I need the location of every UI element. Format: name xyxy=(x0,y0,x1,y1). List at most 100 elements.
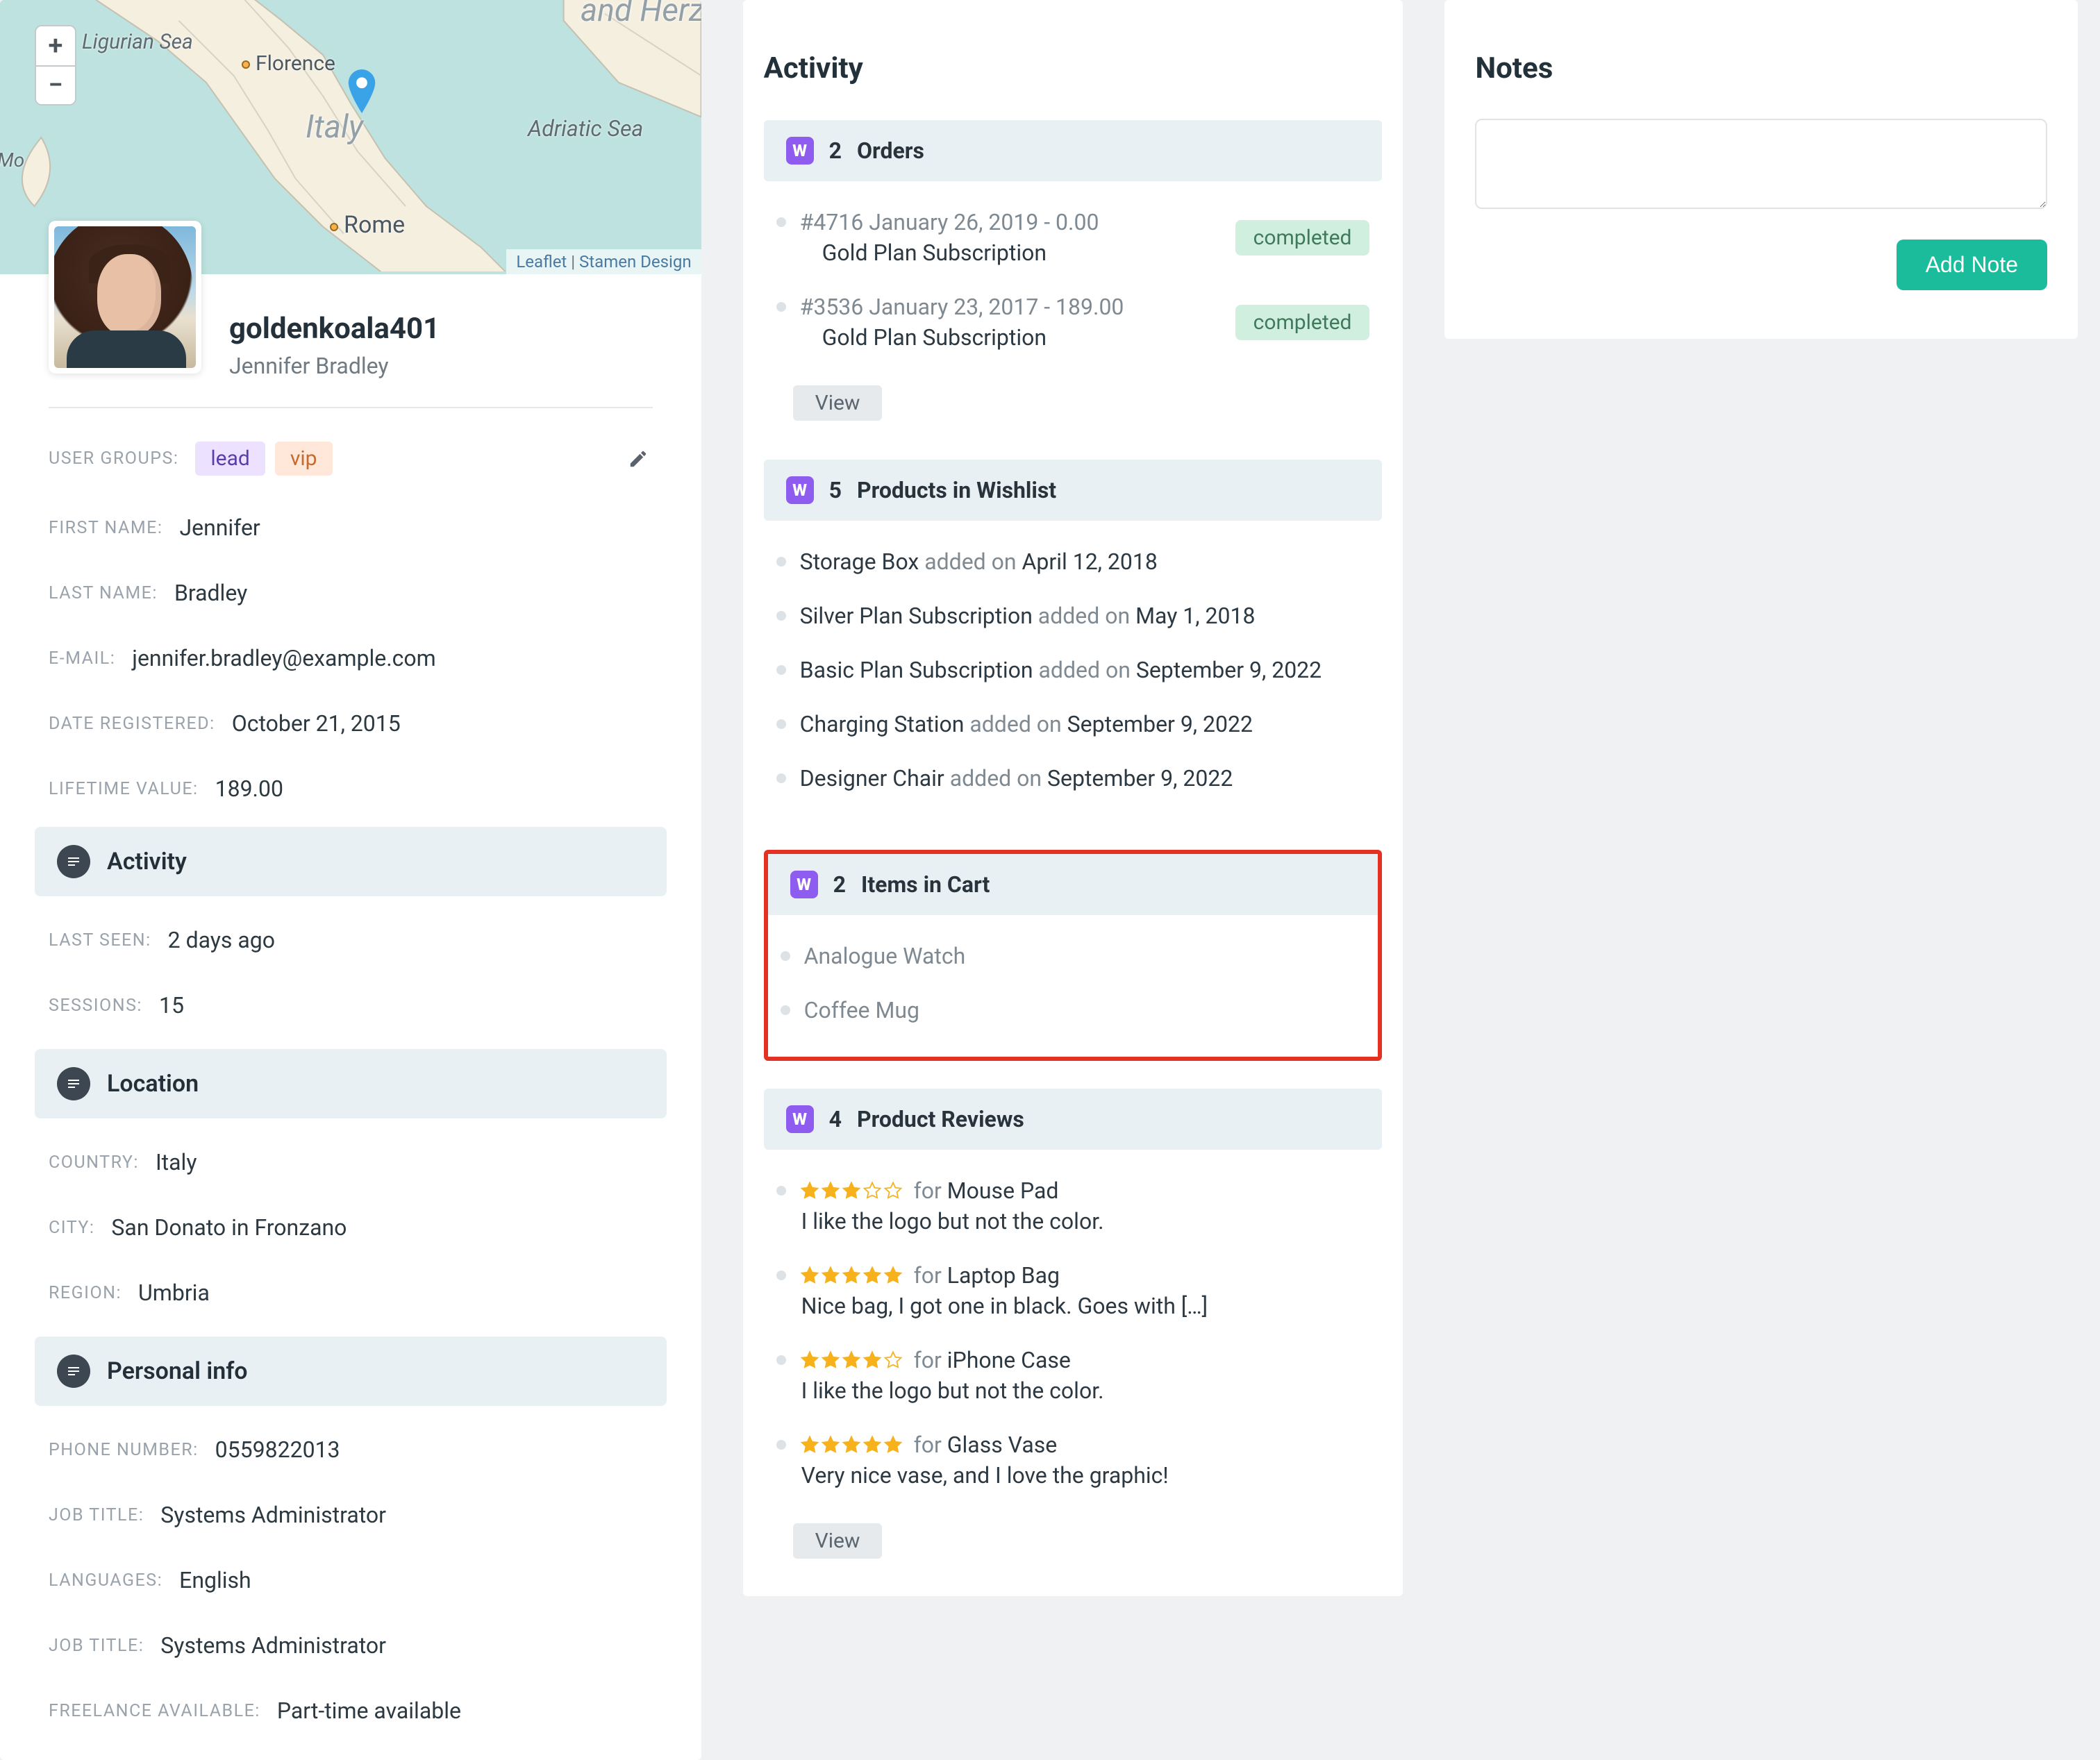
map-country-herze: and Herze xyxy=(581,0,701,29)
activity-heading: Activity xyxy=(764,51,1383,85)
bullet-icon xyxy=(776,1440,786,1450)
order-item: #3536 January 23, 2017 - 189.00 Gold Pla… xyxy=(769,280,1377,364)
woo-icon: W xyxy=(786,137,814,165)
bullet-icon xyxy=(781,1005,790,1015)
add-note-button[interactable]: Add Note xyxy=(1897,240,2047,290)
map-zoom-in-button[interactable]: + xyxy=(36,26,75,65)
map-country-italy: Italy xyxy=(306,108,363,146)
lifetime-value-row: LIFETIME VALUE: 189.00 xyxy=(49,756,653,821)
date-registered-label: DATE REGISTERED: xyxy=(49,714,215,734)
list-icon xyxy=(65,1363,82,1380)
star-icon xyxy=(800,1266,903,1285)
user-group-pill-lead[interactable]: lead xyxy=(195,442,265,476)
region-label: REGION: xyxy=(49,1283,122,1303)
freelance-row: FREELANCE AVAILABLE: Part-time available xyxy=(49,1678,653,1743)
activity-reviews-section: W 4 Product Reviews for Mouse Pad I like… xyxy=(764,1089,1383,1559)
job-title-row-2: JOB TITLE: Systems Administrator xyxy=(49,1613,653,1678)
wishlist-line: Designer Chair added on September 9, 202… xyxy=(800,765,1370,791)
review-text: Nice bag, I got one in black. Goes with … xyxy=(800,1293,1370,1319)
bullet-icon xyxy=(776,557,786,567)
map-city-florence: Florence xyxy=(242,51,335,76)
wishlist-item: Silver Plan Subscription added on May 1,… xyxy=(769,589,1377,643)
bullet-icon xyxy=(776,611,786,621)
activity-reviews-title: Product Reviews xyxy=(857,1106,1024,1132)
languages-value: English xyxy=(179,1567,251,1593)
review-item: for Glass Vase Very nice vase, and I lov… xyxy=(769,1418,1377,1502)
map-zoom-controls: + − xyxy=(35,25,76,106)
avatar xyxy=(49,221,201,374)
order-product: Gold Plan Subscription xyxy=(800,324,1235,351)
email-value: jennifer.bradley@example.com xyxy=(132,645,435,671)
section-activity-icon xyxy=(57,845,90,878)
order-status-badge: completed xyxy=(1235,305,1370,340)
wishlist-line: Silver Plan Subscription added on May 1,… xyxy=(800,603,1370,629)
region-row: REGION: Umbria xyxy=(49,1260,653,1325)
user-group-pill-vip[interactable]: vip xyxy=(275,442,333,476)
bullet-icon xyxy=(776,302,786,312)
edit-user-groups-button[interactable] xyxy=(624,444,653,473)
city-label: CITY: xyxy=(49,1218,94,1238)
last-seen-label: LAST SEEN: xyxy=(49,930,151,950)
last-name-value: Bradley xyxy=(174,580,247,606)
sessions-row: SESSIONS: 15 xyxy=(49,973,653,1038)
woo-icon: W xyxy=(786,476,814,504)
notes-input[interactable] xyxy=(1475,119,2047,209)
review-text: Very nice vase, and I love the graphic! xyxy=(800,1462,1370,1489)
first-name-row: FIRST NAME: Jennifer xyxy=(49,495,653,560)
city-value: San Donato in Fronzano xyxy=(111,1214,347,1241)
user-groups-row: USER GROUPS: lead vip xyxy=(49,422,653,495)
activity-wishlist-count: 5 xyxy=(829,477,842,503)
phone-row: PHONE NUMBER: 0559822013 xyxy=(49,1417,653,1482)
order-line1: #4716 January 26, 2019 - 0.00 xyxy=(800,209,1235,235)
map-attribution-leaflet-link[interactable]: Leaflet xyxy=(516,252,567,271)
review-item: for Mouse Pad I like the logo but not th… xyxy=(769,1164,1377,1248)
activity-cart-head: W 2 Items in Cart xyxy=(768,854,1378,915)
first-name-label: FIRST NAME: xyxy=(49,518,162,538)
order-status-badge: completed xyxy=(1235,220,1370,255)
bullet-icon xyxy=(776,217,786,227)
view-orders-button[interactable]: View xyxy=(793,385,883,421)
star-icon xyxy=(800,1435,903,1455)
wishlist-item: Basic Plan Subscription added on Septemb… xyxy=(769,643,1377,697)
job-title-label-1: JOB TITLE: xyxy=(49,1505,144,1525)
map-zoom-out-button[interactable]: − xyxy=(36,65,75,104)
freelance-value: Part-time available xyxy=(277,1698,461,1724)
last-seen-value: 2 days ago xyxy=(168,927,275,953)
wishlist-item: Storage Box added on April 12, 2018 xyxy=(769,535,1377,589)
order-item: #4716 January 26, 2019 - 0.00 Gold Plan … xyxy=(769,195,1377,280)
list-icon xyxy=(65,1075,82,1092)
profile-panel: Ligurian Sea Adriatic Sea Italy and Herz… xyxy=(0,0,701,1760)
bullet-icon xyxy=(776,1271,786,1280)
activity-cart-title: Items in Cart xyxy=(861,871,990,898)
cart-item: Analogue Watch xyxy=(774,929,1373,983)
activity-cart-highlight: W 2 Items in Cart Analogue Watch Coffee … xyxy=(764,850,1383,1061)
notes-heading: Notes xyxy=(1475,51,2047,85)
activity-orders-title: Orders xyxy=(857,137,924,164)
first-name-value: Jennifer xyxy=(179,514,260,541)
bullet-icon xyxy=(776,1186,786,1196)
review-line1: for Mouse Pad xyxy=(800,1177,1370,1204)
section-location-icon xyxy=(57,1067,90,1100)
bullet-icon xyxy=(781,951,790,961)
wishlist-line: Storage Box added on April 12, 2018 xyxy=(800,548,1370,575)
section-head-location: Location xyxy=(35,1049,667,1118)
job-title-row-1: JOB TITLE: Systems Administrator xyxy=(49,1482,653,1548)
city-row: CITY: San Donato in Fronzano xyxy=(49,1195,653,1260)
view-reviews-button[interactable]: View xyxy=(793,1523,883,1559)
map-attribution-tiles-link[interactable]: Stamen Design xyxy=(579,252,692,271)
languages-label: LANGUAGES: xyxy=(49,1570,162,1591)
cart-item-name: Analogue Watch xyxy=(804,943,1366,969)
bullet-icon xyxy=(776,1355,786,1365)
last-name-label: LAST NAME: xyxy=(49,583,158,603)
email-label: E-MAIL: xyxy=(49,648,115,669)
star-icon xyxy=(800,1350,903,1370)
languages-row: LANGUAGES: English xyxy=(49,1548,653,1613)
bullet-icon xyxy=(776,665,786,675)
freelance-label: FREELANCE AVAILABLE: xyxy=(49,1701,260,1721)
phone-value: 0559822013 xyxy=(215,1436,340,1463)
order-product: Gold Plan Subscription xyxy=(800,240,1235,266)
notes-panel: Notes Add Note xyxy=(1444,0,2078,339)
activity-wishlist-section: W 5 Products in Wishlist Storage Box add… xyxy=(764,460,1383,826)
review-line1: for Laptop Bag xyxy=(800,1262,1370,1289)
activity-orders-count: 2 xyxy=(829,137,842,164)
